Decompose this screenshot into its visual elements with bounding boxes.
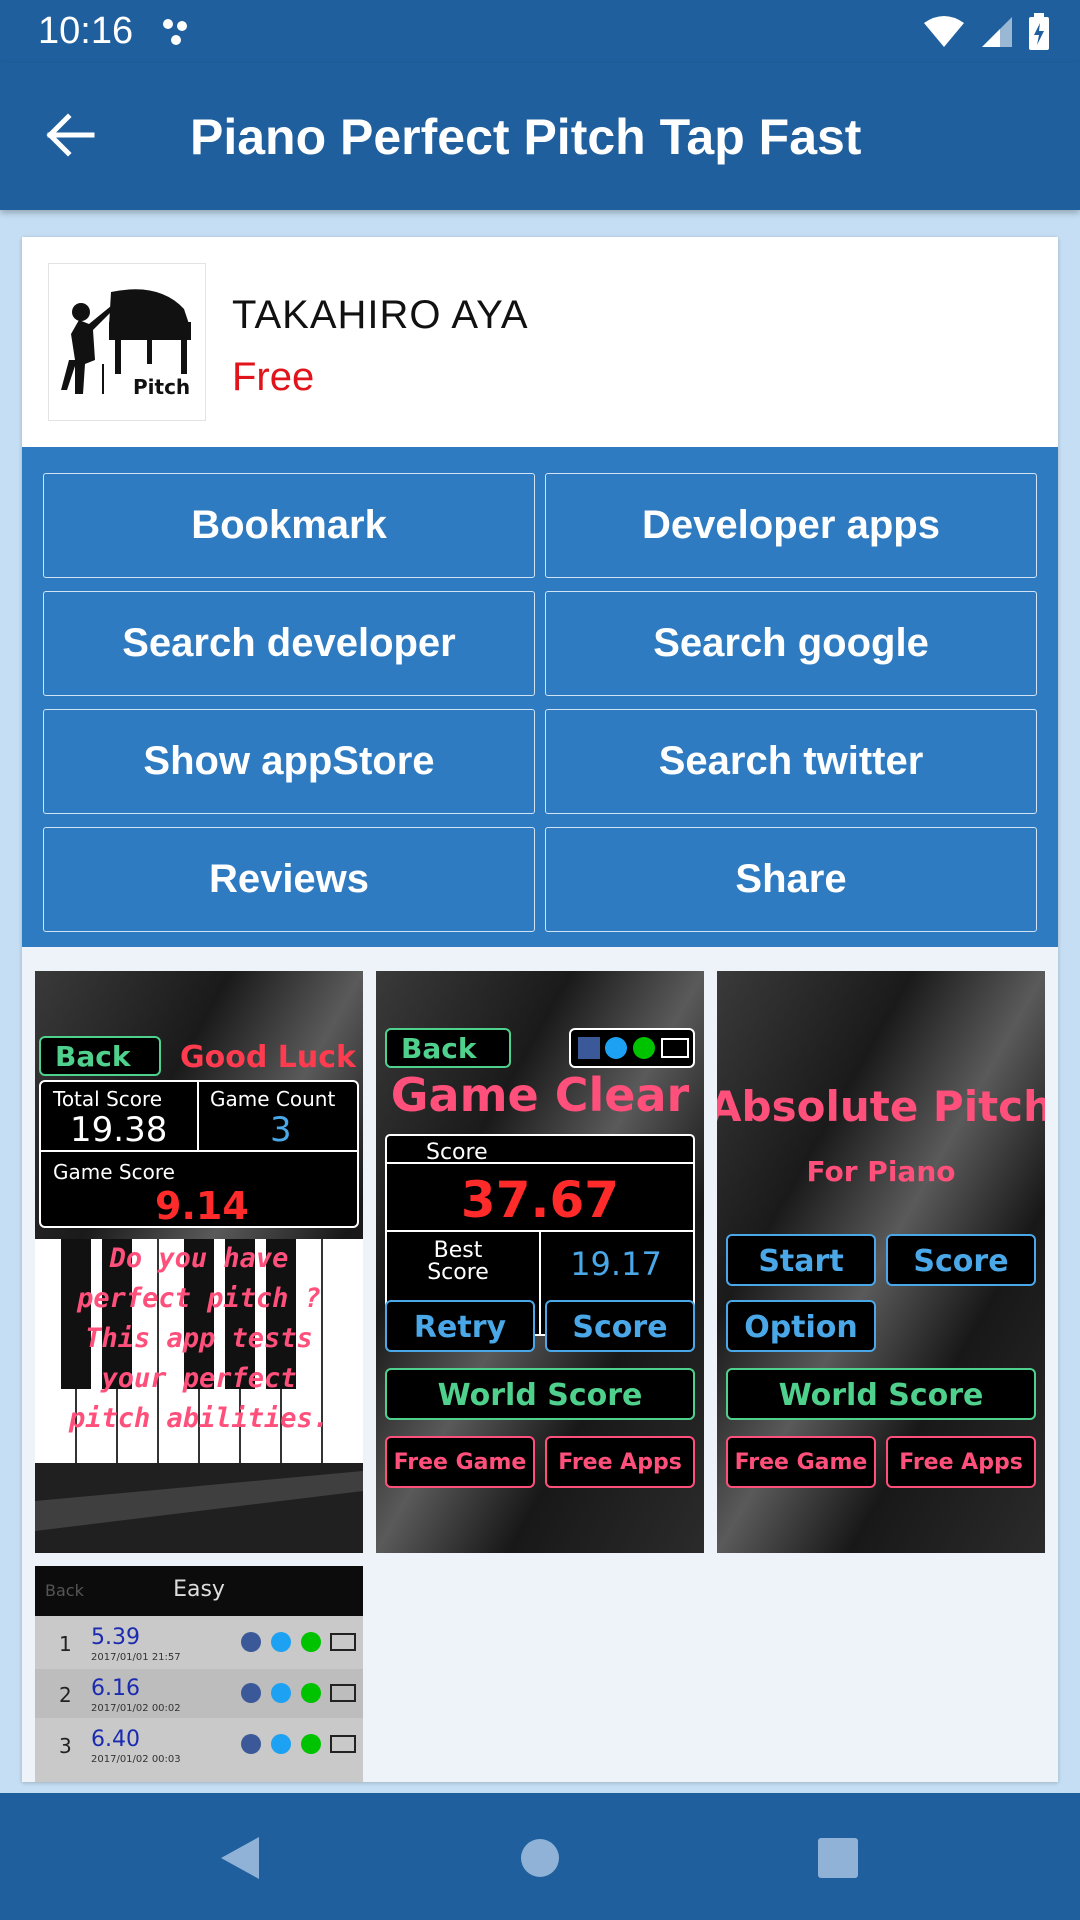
shot2-game-clear: Game Clear bbox=[391, 1068, 690, 1122]
developer-name: TAKAHIRO AYA bbox=[232, 293, 529, 337]
shot4-title: Easy bbox=[173, 1577, 225, 1602]
battery-icon bbox=[1029, 13, 1049, 50]
share-icon bbox=[271, 1632, 291, 1652]
screenshot-2[interactable]: Back Game Clear Score 37.67 Best Score 1… bbox=[376, 971, 704, 1553]
score-rank: 1 bbox=[59, 1632, 72, 1656]
wifi-icon bbox=[924, 16, 964, 47]
nav-back-icon[interactable] bbox=[205, 1823, 275, 1893]
shot2-retry: Retry bbox=[414, 1310, 507, 1345]
shot1-line-1: Do you have bbox=[109, 1243, 289, 1274]
share-icon bbox=[271, 1734, 291, 1754]
shot3-free-game: Free Game bbox=[735, 1450, 868, 1475]
shot1-total-score-label: Total Score bbox=[52, 1087, 162, 1111]
search-twitter-button[interactable]: Search twitter bbox=[545, 709, 1037, 814]
price-label: Free bbox=[232, 355, 315, 399]
app-toolbar: Piano Perfect Pitch Tap Fast bbox=[0, 63, 1080, 210]
score-date: 2017/01/01 21:57 bbox=[91, 1652, 181, 1663]
notification-dots-icon bbox=[163, 19, 187, 45]
screenshot-4[interactable]: Back Easy 1 5.39 2017/01/01 21:57 2 6.16 2017… bbox=[35, 1566, 363, 1782]
shot1-game-count-label: Game Count bbox=[210, 1087, 335, 1111]
app-header: Pitch TAKAHIRO AYA Free bbox=[22, 237, 1058, 447]
shot3-score: Score bbox=[913, 1244, 1008, 1279]
app-detail-card: Pitch TAKAHIRO AYA Free Bookmark Develop… bbox=[22, 237, 1058, 1782]
score-date: 2017/01/02 00:03 bbox=[91, 1754, 181, 1765]
score-date: 2017/01/02 00:02 bbox=[91, 1703, 181, 1714]
share-icon bbox=[241, 1632, 261, 1652]
share-icon bbox=[241, 1683, 261, 1703]
share-icon bbox=[301, 1632, 321, 1652]
score-value: 6.16 bbox=[91, 1676, 140, 1701]
status-time: 10:16 bbox=[38, 10, 134, 52]
shot1-game-score: 9.14 bbox=[155, 1184, 249, 1228]
app-icon: Pitch bbox=[48, 263, 206, 421]
show-appstore-button[interactable]: Show appStore bbox=[43, 709, 535, 814]
search-google-button[interactable]: Search google bbox=[545, 591, 1037, 696]
score-row: 2 6.16 2017/01/02 00:02 bbox=[35, 1669, 363, 1718]
share-icon bbox=[301, 1683, 321, 1703]
score-value: 5.39 bbox=[91, 1625, 140, 1650]
search-developer-button[interactable]: Search developer bbox=[43, 591, 535, 696]
shot2-best-label-2: Score bbox=[427, 1260, 489, 1285]
signal-icon bbox=[982, 17, 1012, 47]
status-bar: 10:16 bbox=[0, 0, 1080, 63]
nav-home-icon[interactable] bbox=[505, 1823, 575, 1893]
screenshot-1[interactable]: Back Good Luck Total Score 19.38 Game Co… bbox=[35, 971, 363, 1553]
shot3-subtitle: For Piano bbox=[807, 1155, 956, 1188]
screenshot-3[interactable]: Absolute Pitch For Piano Start Score Opt… bbox=[717, 971, 1045, 1553]
shot1-game-count: 3 bbox=[270, 1110, 292, 1150]
shot1-line-4: your perfect bbox=[99, 1363, 296, 1394]
shot2-best-score: 19.17 bbox=[570, 1245, 662, 1283]
nav-recents-icon[interactable] bbox=[803, 1823, 873, 1893]
score-rank: 2 bbox=[59, 1683, 72, 1707]
shot2-score: 37.67 bbox=[461, 1171, 619, 1229]
developer-apps-button[interactable]: Developer apps bbox=[545, 473, 1037, 578]
shot4-back: Back bbox=[45, 1581, 85, 1600]
score-value: 6.40 bbox=[91, 1727, 140, 1752]
score-rank: 3 bbox=[59, 1734, 72, 1758]
shot1-back: Back bbox=[55, 1040, 132, 1073]
shot2-score-btn: Score bbox=[572, 1310, 667, 1345]
shot3-free-apps: Free Apps bbox=[899, 1450, 1023, 1475]
page-title: Piano Perfect Pitch Tap Fast bbox=[190, 109, 862, 165]
share-button[interactable]: Share bbox=[545, 827, 1037, 932]
shot3-start: Start bbox=[758, 1244, 843, 1279]
shot1-line-3: This app tests bbox=[85, 1323, 313, 1354]
score-row: 3 6.40 2017/01/02 00:03 bbox=[35, 1720, 363, 1769]
app-icon-caption: Pitch bbox=[133, 375, 190, 399]
score-row: 1 5.39 2017/01/01 21:57 bbox=[35, 1618, 363, 1667]
shot2-world-score: World Score bbox=[438, 1378, 643, 1413]
shot2-free-game: Free Game bbox=[394, 1450, 527, 1475]
bookmark-button[interactable]: Bookmark bbox=[43, 473, 535, 578]
shot3-world-score: World Score bbox=[779, 1378, 984, 1413]
shot1-good-luck: Good Luck bbox=[180, 1040, 357, 1075]
shot1-total-score: 19.38 bbox=[70, 1110, 167, 1150]
action-button-panel: Bookmark Developer apps Search developer… bbox=[22, 447, 1058, 947]
shot3-title: Absolute Pitch bbox=[717, 1082, 1045, 1131]
back-arrow-icon[interactable] bbox=[40, 105, 100, 165]
system-nav-bar bbox=[0, 1793, 1080, 1920]
share-icon bbox=[301, 1734, 321, 1754]
shot3-option: Option bbox=[744, 1310, 858, 1345]
shot2-score-label: Score bbox=[426, 1140, 488, 1165]
shot1-line-2: perfect pitch ? bbox=[76, 1283, 321, 1314]
shot1-line-5: pitch abilities. bbox=[68, 1403, 329, 1434]
share-icon bbox=[271, 1683, 291, 1703]
share-icon bbox=[241, 1734, 261, 1754]
shot2-back: Back bbox=[401, 1032, 478, 1065]
shot1-game-score-label: Game Score bbox=[53, 1160, 175, 1184]
reviews-button[interactable]: Reviews bbox=[43, 827, 535, 932]
shot2-free-apps: Free Apps bbox=[558, 1450, 682, 1475]
